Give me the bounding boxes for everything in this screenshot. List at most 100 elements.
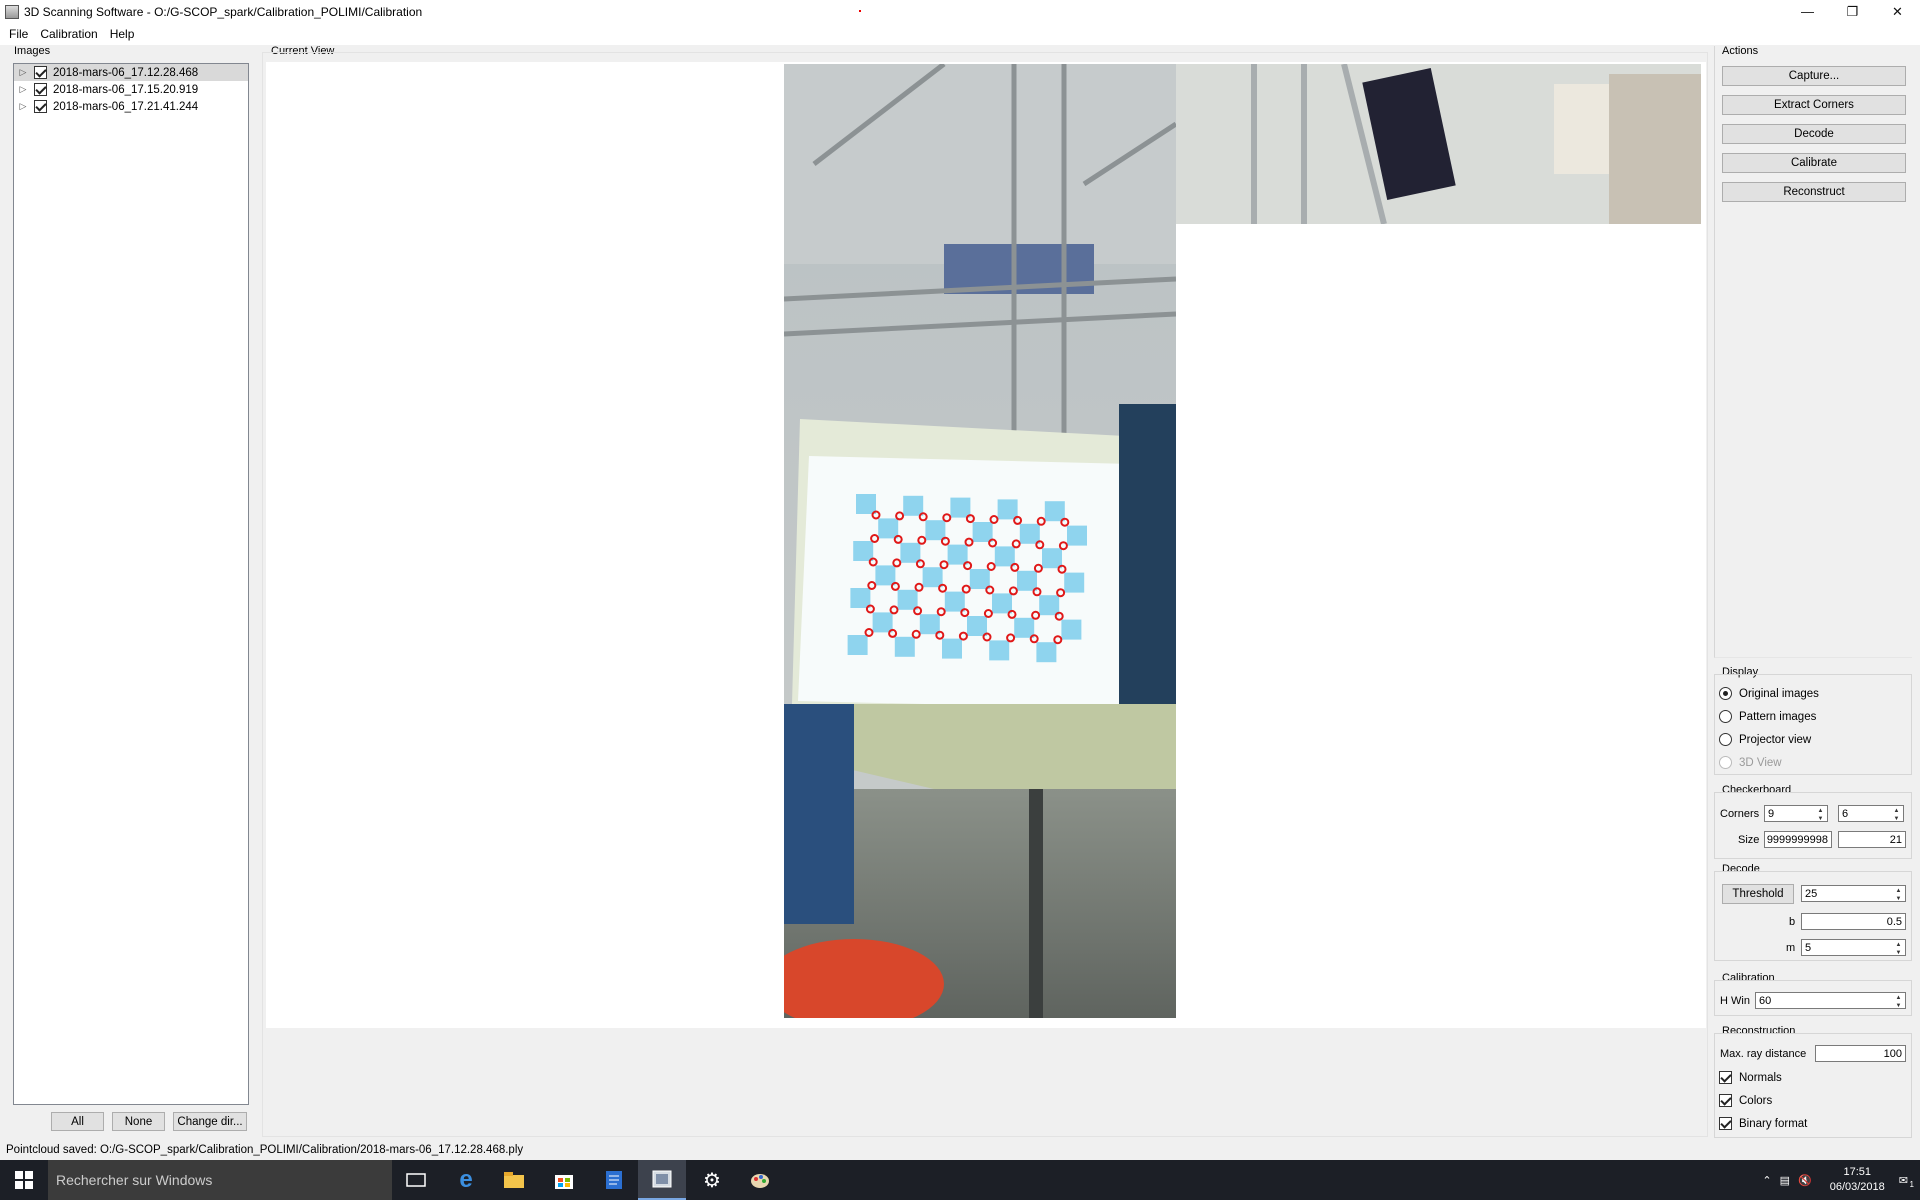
radio-button[interactable] bbox=[1719, 733, 1732, 746]
checker-square bbox=[1064, 572, 1085, 593]
checker-square bbox=[1019, 523, 1040, 544]
capture-button[interactable]: Capture... bbox=[1722, 66, 1906, 86]
max-ray-field[interactable]: 100 bbox=[1815, 1045, 1906, 1062]
checker-square bbox=[950, 497, 971, 518]
display-option-label: 3D View bbox=[1739, 756, 1782, 769]
search-placeholder: Rechercher sur Windows bbox=[56, 1172, 213, 1188]
hwin-spinbox[interactable]: 60 ▲ ▼ bbox=[1755, 992, 1906, 1009]
change-dir-button[interactable]: Change dir... bbox=[173, 1112, 247, 1131]
threshold-spinbox[interactable]: 25 ▲ ▼ bbox=[1801, 885, 1906, 902]
checker-square bbox=[972, 522, 993, 542]
checker-square bbox=[969, 569, 990, 589]
clock-time: 17:51 bbox=[1843, 1166, 1872, 1178]
option-checkbox[interactable] bbox=[1719, 1117, 1732, 1130]
display-option-label: Original images bbox=[1739, 687, 1819, 700]
edge-browser-icon[interactable]: e bbox=[442, 1160, 490, 1200]
corners-label: Corners bbox=[1720, 808, 1760, 820]
viewer-blank bbox=[1176, 224, 1701, 1018]
reconstruct-button[interactable]: Reconstruct bbox=[1722, 182, 1906, 202]
tray-chevron-up-icon[interactable]: ⌃ bbox=[1762, 1174, 1771, 1187]
checker-square bbox=[967, 616, 987, 636]
checker-square bbox=[903, 495, 924, 516]
file-explorer-icon[interactable] bbox=[490, 1160, 538, 1200]
close-button[interactable]: ✕ bbox=[1875, 0, 1920, 23]
volume-muted-icon[interactable]: 🔇 bbox=[1798, 1174, 1812, 1187]
checker-square bbox=[994, 546, 1015, 567]
checker-square bbox=[1061, 619, 1082, 640]
spin-arrows-icon[interactable]: ▲ ▼ bbox=[1893, 994, 1904, 1008]
checker-square bbox=[942, 638, 962, 659]
restore-button[interactable]: ❐ bbox=[1830, 0, 1875, 23]
checker-square bbox=[1067, 525, 1087, 546]
checker-square bbox=[897, 589, 918, 610]
system-tray: ⌃ ▤ 🔇 17:51 06/03/2018 ✉ 1 bbox=[1762, 1160, 1920, 1200]
notification-center-icon[interactable]: ✉ 1 bbox=[1899, 1174, 1914, 1189]
spin-arrows-icon[interactable]: ▲ ▼ bbox=[1815, 807, 1826, 821]
reconstruction-option[interactable]: Colors bbox=[1719, 1094, 1772, 1107]
checker-square bbox=[878, 518, 899, 539]
document-app-icon[interactable] bbox=[590, 1160, 638, 1200]
select-all-button[interactable]: All bbox=[51, 1112, 104, 1131]
display-option[interactable]: Pattern images bbox=[1719, 710, 1816, 723]
reconstruction-option-label: Normals bbox=[1739, 1071, 1782, 1084]
hwin-value: 60 bbox=[1759, 994, 1772, 1007]
m-spinbox[interactable]: 5 ▲ ▼ bbox=[1801, 939, 1906, 956]
display-option[interactable]: Original images bbox=[1719, 687, 1819, 700]
m-value: 5 bbox=[1805, 941, 1812, 954]
taskbar: Rechercher sur Windows e ⚙ ⌃ ▤ 🔇 17:51 0… bbox=[0, 1160, 1920, 1200]
threshold-button[interactable]: Threshold bbox=[1722, 884, 1794, 904]
checker-square bbox=[997, 499, 1018, 520]
spin-arrows-icon[interactable]: ▲ ▼ bbox=[1893, 887, 1904, 901]
reconstruction-option-label: Colors bbox=[1739, 1094, 1773, 1107]
clock-date: 06/03/2018 bbox=[1829, 1181, 1885, 1193]
checker-square bbox=[1017, 570, 1037, 591]
decode-button[interactable]: Decode bbox=[1722, 124, 1906, 144]
store-icon[interactable] bbox=[540, 1160, 588, 1200]
b-label: b bbox=[1789, 916, 1796, 928]
b-field[interactable]: 0.5 bbox=[1801, 913, 1906, 930]
table-leg bbox=[1029, 789, 1043, 1018]
display-option-label: Pattern images bbox=[1739, 710, 1817, 723]
settings-gear-icon[interactable]: ⚙ bbox=[688, 1160, 736, 1200]
checker-square bbox=[944, 591, 965, 612]
spin-arrows-icon[interactable]: ▲ ▼ bbox=[1893, 941, 1904, 955]
reconstruction-option[interactable]: Binary format bbox=[1719, 1117, 1807, 1130]
radio-button[interactable] bbox=[1719, 687, 1732, 700]
checker-square bbox=[853, 541, 874, 561]
option-checkbox[interactable] bbox=[1719, 1094, 1732, 1107]
status-bar: Pointcloud saved: O:/G-SCOP_spark/Calibr… bbox=[0, 1140, 1920, 1160]
extract-corners-button[interactable]: Extract Corners bbox=[1722, 95, 1906, 115]
checker-square bbox=[1036, 642, 1057, 663]
dark-panel bbox=[1119, 404, 1176, 704]
checker-square bbox=[992, 593, 1012, 614]
paint-app-icon[interactable] bbox=[736, 1160, 784, 1200]
corners-x-spinbox[interactable]: 9 ▲ ▼ bbox=[1764, 805, 1828, 822]
radio-button bbox=[1719, 756, 1732, 769]
calibrate-button[interactable]: Calibrate bbox=[1722, 153, 1906, 173]
minimize-button[interactable]: — bbox=[1785, 0, 1830, 23]
display-option: 3D View bbox=[1719, 756, 1782, 769]
task-view-icon[interactable] bbox=[392, 1160, 440, 1200]
camera-photo bbox=[784, 64, 1701, 1018]
clock[interactable]: 17:51 06/03/2018 bbox=[1830, 1165, 1885, 1195]
checkerboard-frame bbox=[1714, 792, 1912, 859]
size-y-field[interactable]: 21 bbox=[1838, 831, 1906, 848]
poster-2 bbox=[1609, 74, 1701, 224]
radio-button[interactable] bbox=[1719, 710, 1732, 723]
option-checkbox[interactable] bbox=[1719, 1071, 1732, 1084]
checker-square bbox=[894, 636, 915, 657]
max-ray-value: 100 bbox=[1883, 1047, 1902, 1060]
taskbar-search[interactable]: Rechercher sur Windows bbox=[48, 1160, 392, 1200]
size-label: Size bbox=[1738, 834, 1760, 846]
display-option-label: Projector view bbox=[1739, 733, 1812, 746]
spin-arrows-icon[interactable]: ▲ ▼ bbox=[1891, 807, 1902, 821]
select-none-button[interactable]: None bbox=[112, 1112, 165, 1131]
network-icon[interactable]: ▤ bbox=[1780, 1174, 1790, 1187]
start-button[interactable] bbox=[0, 1160, 48, 1200]
reconstruction-option[interactable]: Normals bbox=[1719, 1071, 1782, 1084]
size-x-field[interactable]: 9999999998 bbox=[1764, 831, 1832, 848]
corners-y-spinbox[interactable]: 6 ▲ ▼ bbox=[1838, 805, 1904, 822]
notification-count: 1 bbox=[1909, 1179, 1914, 1189]
scanning-app-icon[interactable] bbox=[638, 1160, 686, 1200]
display-option[interactable]: Projector view bbox=[1719, 733, 1811, 746]
